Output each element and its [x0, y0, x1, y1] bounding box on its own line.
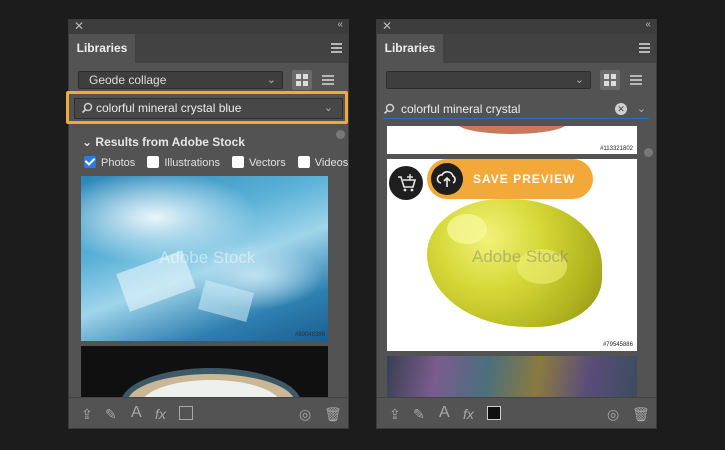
panel-menu-icon[interactable] — [639, 43, 650, 55]
tab-row: Libraries — [69, 34, 348, 63]
save-preview-button[interactable]: SAVE PREVIEW — [427, 159, 593, 199]
tab-row: Libraries — [377, 34, 656, 63]
add-to-cart-icon[interactable] — [389, 166, 423, 200]
panel-titlebar: ✕ ‹‹ — [377, 20, 656, 34]
trash-icon[interactable]: 🗑 — [324, 406, 342, 423]
filter-photos-label: Photos — [101, 157, 136, 169]
stock-id: #89048388 — [294, 332, 325, 338]
stock-image-blue-geode[interactable]: Adobe Stock #89048388 — [81, 176, 328, 341]
list-view-icon[interactable] — [318, 70, 338, 90]
trash-icon[interactable]: 🗑 — [632, 406, 650, 423]
libraries-panel-left: ✕ ‹‹ Libraries Geode collage ⌄ colorful … — [68, 19, 349, 429]
library-select[interactable]: Geode collage ⌄ — [78, 71, 283, 89]
watermark: Adobe Stock — [159, 248, 256, 267]
chevron-down-icon: ⌄ — [574, 74, 584, 86]
panel-footer: ⇪ ✎ A fx ◎ 🗑 — [69, 397, 348, 428]
color-swatch-icon[interactable] — [487, 406, 501, 420]
search-highlight — [66, 91, 348, 124]
collapse-icon[interactable]: ‹‹ — [645, 20, 651, 30]
brush-icon[interactable]: ✎ — [105, 406, 117, 423]
panel-titlebar: ✕ ‹‹ — [69, 20, 348, 34]
cloud-upload-icon — [431, 163, 463, 195]
brush-icon[interactable]: ✎ — [413, 406, 425, 423]
grid-view-icon[interactable] — [292, 70, 312, 90]
stock-id: #113321802 — [600, 146, 633, 152]
filter-illustrations-checkbox[interactable] — [147, 156, 160, 168]
save-preview-label: SAVE PREVIEW — [473, 172, 576, 186]
library-select-value: Geode collage — [89, 73, 167, 87]
libraries-panel-right: ✕ ‹‹ Libraries ⌄ colorful mineral crysta… — [376, 19, 657, 429]
watermark: Adobe Stock — [472, 247, 569, 266]
close-icon[interactable]: ✕ — [74, 20, 84, 33]
scrollbar-thumb[interactable] — [644, 148, 653, 157]
close-icon[interactable]: ✕ — [382, 20, 392, 33]
fx-icon[interactable]: fx — [463, 406, 474, 422]
filter-videos-checkbox[interactable] — [297, 156, 310, 168]
fx-icon[interactable]: fx — [155, 406, 166, 422]
scrollbar-thumb[interactable] — [336, 130, 345, 139]
grid-view-icon[interactable] — [600, 70, 620, 90]
chevron-down-icon: ⌄ — [82, 135, 93, 149]
color-swatch-icon[interactable] — [179, 406, 193, 420]
filter-vectors-checkbox[interactable] — [232, 156, 245, 168]
filter-illustrations-label: Illustrations — [164, 157, 220, 169]
library-select[interactable]: ⌄ — [386, 71, 591, 89]
collapse-icon[interactable]: ‹‹ — [337, 20, 343, 30]
filter-videos-label: Videos — [314, 157, 349, 169]
tab-libraries[interactable]: Libraries — [69, 34, 135, 63]
results-header[interactable]: ⌄ Results from Adobe Stock — [82, 135, 245, 149]
creative-cloud-icon[interactable]: ◎ — [607, 406, 619, 423]
filter-photos-checkbox[interactable] — [84, 156, 96, 168]
stock-image-agate-slice[interactable] — [81, 346, 328, 400]
text-icon[interactable]: A — [131, 404, 142, 422]
stock-image-iridescent[interactable] — [387, 356, 637, 400]
panel-footer: ⇪ ✎ A fx ◎ 🗑 — [377, 397, 656, 428]
upload-icon[interactable]: ⇪ — [389, 406, 401, 423]
search-value: colorful mineral crystal — [401, 102, 521, 116]
search-input[interactable]: colorful mineral crystal ✕ ⌄ — [383, 99, 649, 119]
chevron-down-icon: ⌄ — [266, 74, 276, 86]
chevron-down-icon[interactable]: ⌄ — [637, 99, 646, 119]
stock-filters: Photos Illustrations Vectors Videos — [84, 156, 349, 169]
list-view-icon[interactable] — [626, 70, 646, 90]
search-icon — [383, 103, 395, 115]
tab-libraries[interactable]: Libraries — [377, 34, 443, 63]
results-header-label: Results from Adobe Stock — [95, 135, 245, 149]
text-icon[interactable]: A — [439, 404, 450, 422]
stock-id: #79545886 — [602, 342, 633, 348]
upload-icon[interactable]: ⇪ — [81, 406, 93, 423]
creative-cloud-icon[interactable]: ◎ — [299, 406, 311, 423]
clear-icon[interactable]: ✕ — [615, 103, 627, 115]
stock-image-cropped[interactable]: #113321802 — [387, 126, 637, 154]
panel-menu-icon[interactable] — [331, 43, 342, 55]
filter-vectors-label: Vectors — [249, 157, 286, 169]
